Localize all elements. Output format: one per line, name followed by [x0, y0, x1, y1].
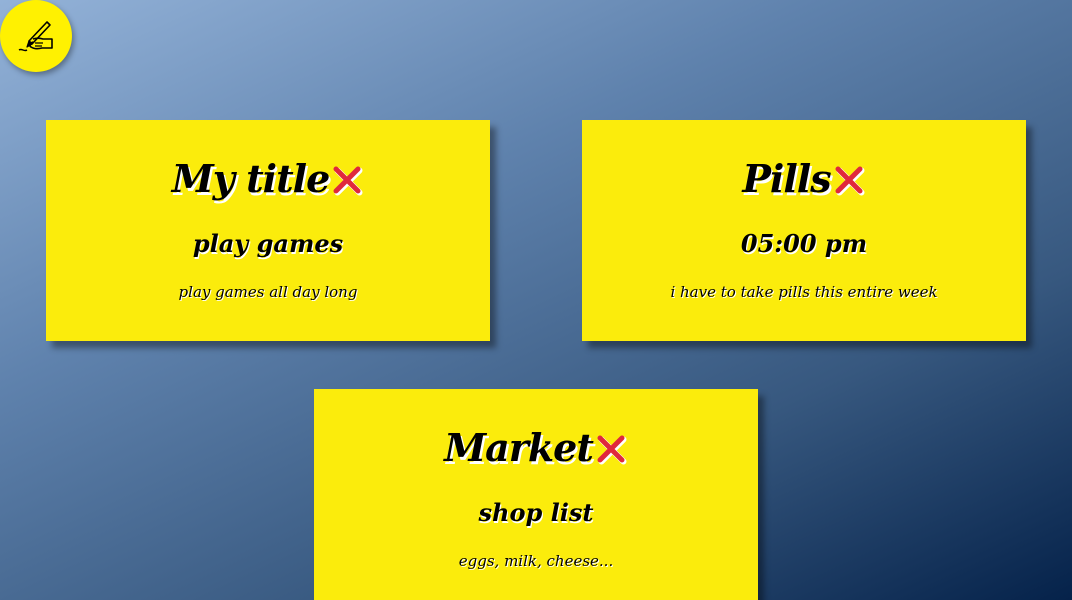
note-subtitle: shop list: [478, 498, 594, 527]
cross-mark-icon: [835, 166, 865, 196]
cross-mark-icon: [597, 435, 627, 465]
delete-note-button[interactable]: [330, 162, 364, 196]
note-body: eggs, milk, cheese...: [458, 552, 614, 570]
note-card: My title play games play games all day l…: [46, 120, 490, 341]
note-title: Pills: [742, 156, 831, 201]
note-body: i have to take pills this entire week: [670, 283, 938, 301]
note-body: play games all day long: [178, 283, 358, 301]
cross-mark-icon: [333, 166, 363, 196]
note-subtitle: 05:00 pm: [740, 229, 868, 258]
writing-hand-icon: [16, 19, 56, 53]
note-card: Pills 05:00 pm i have to take pills this…: [582, 120, 1026, 341]
note-title: Market: [444, 425, 594, 470]
note-card: Market shop list eggs, milk, cheese...: [314, 389, 758, 600]
add-note-button[interactable]: [0, 0, 72, 72]
note-title: My title: [171, 156, 331, 201]
delete-note-button[interactable]: [594, 431, 628, 465]
delete-note-button[interactable]: [832, 162, 866, 196]
note-subtitle: play games: [192, 229, 344, 258]
